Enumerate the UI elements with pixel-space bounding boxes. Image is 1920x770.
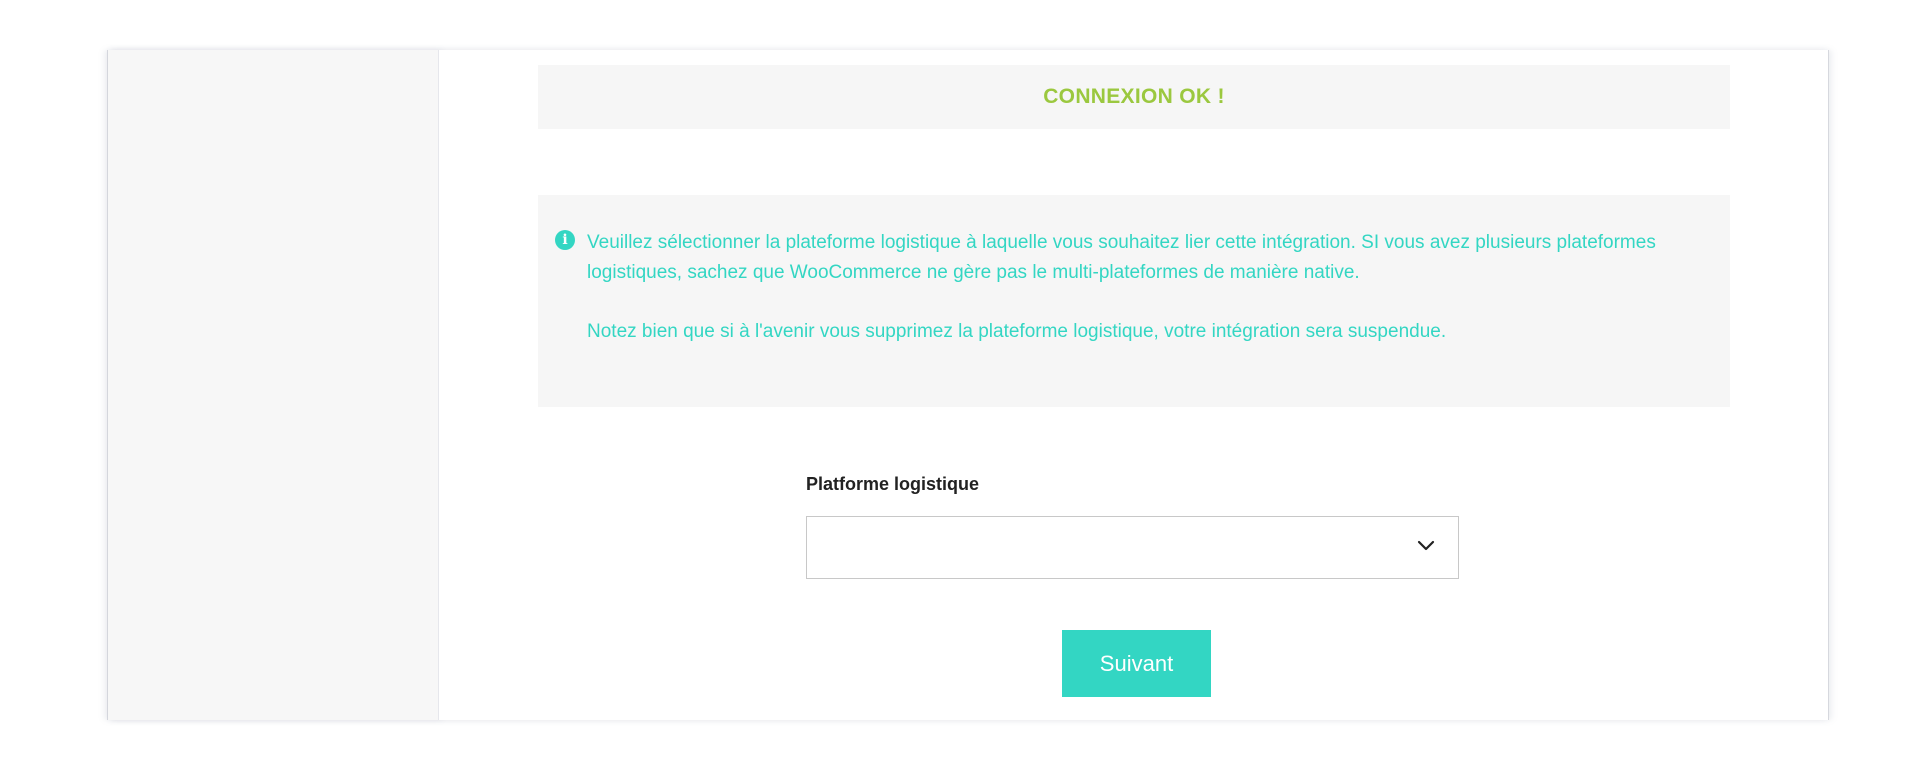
connection-status-text: CONNEXION OK ! bbox=[1043, 85, 1225, 108]
next-button[interactable]: Suivant bbox=[1062, 630, 1211, 697]
info-paragraph-suspension-warning: Notez bien que si à l'avenir vous suppri… bbox=[587, 320, 1447, 342]
app-frame: CONNEXION OK ! i Veuillez sélectionner l… bbox=[107, 50, 1829, 720]
sidebar bbox=[108, 50, 439, 720]
info-notice: i Veuillez sélectionner la plateforme lo… bbox=[538, 195, 1730, 407]
info-notice-text: Veuillez sélectionner la plateforme logi… bbox=[587, 228, 1707, 346]
info-circle-icon: i bbox=[555, 230, 575, 250]
info-paragraph-platform-choice: Veuillez sélectionner la plateforme logi… bbox=[587, 232, 1656, 283]
main-content: CONNEXION OK ! i Veuillez sélectionner l… bbox=[439, 50, 1828, 720]
chevron-down-icon[interactable] bbox=[1416, 536, 1436, 556]
platform-select-label: Platforme logistique bbox=[806, 474, 980, 494]
connection-status-banner: CONNEXION OK ! bbox=[538, 65, 1730, 129]
platform-select[interactable] bbox=[806, 516, 1459, 579]
